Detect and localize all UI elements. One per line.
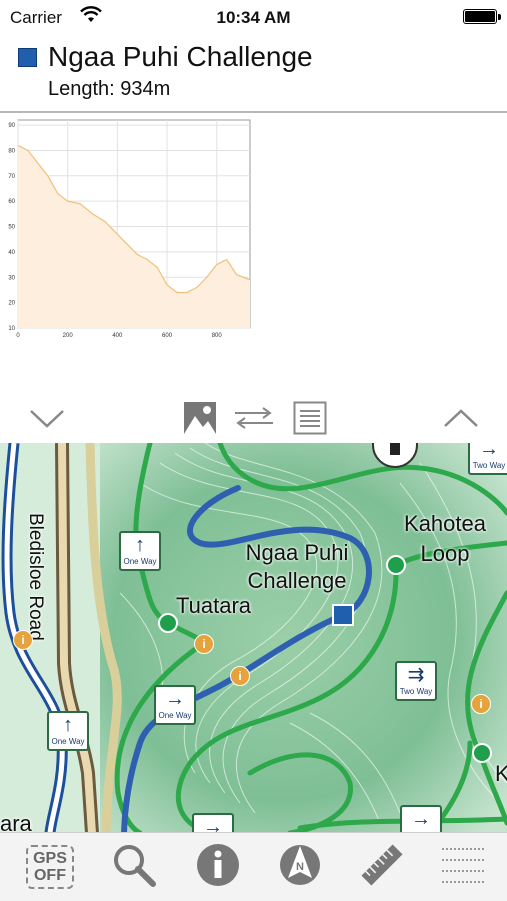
track-label-challenge: Ngaa Puhi Challenge	[245, 540, 349, 593]
track-label-kahotea: Kahotea Loop	[404, 511, 486, 566]
x-tick-label: 600	[162, 333, 173, 339]
image-view-button[interactable]	[180, 401, 220, 439]
arrow-right-icon: →	[165, 688, 185, 710]
one-way-sign[interactable]: ↑ One Way	[119, 531, 161, 571]
two-way-sign[interactable]: → Two Way	[468, 443, 507, 475]
chevron-up-icon	[442, 407, 480, 434]
gps-toggle-button[interactable]: GPS OFF	[22, 839, 78, 895]
ruler-icon	[358, 841, 406, 894]
list-icon	[293, 401, 327, 440]
y-tick-label: 10	[8, 326, 15, 332]
info-marker[interactable]: i	[194, 634, 214, 654]
y-tick-label: 80	[8, 148, 15, 154]
compass-button[interactable]: N	[272, 839, 328, 895]
arrow-up-icon: ↑	[135, 534, 145, 556]
status-bar: Carrier 10:34 AM	[0, 0, 507, 36]
info-marker[interactable]: i	[13, 630, 33, 650]
arrow-right-icon: →	[411, 808, 431, 830]
measure-button[interactable]	[354, 839, 410, 895]
info-marker[interactable]: i	[471, 694, 491, 714]
bottom-toolbar: GPS OFF N	[0, 832, 507, 901]
arrow-up-icon: ↑	[63, 714, 73, 736]
chevron-down-icon	[28, 407, 66, 434]
one-way-sign[interactable]: → One Way	[154, 685, 196, 725]
map-canvas	[0, 443, 507, 833]
road-label: Bledisloe Road	[25, 513, 46, 641]
menu-list-button[interactable]	[436, 839, 492, 895]
collapse-button[interactable]	[26, 401, 68, 439]
battery-icon	[463, 9, 501, 24]
trail-map[interactable]: Bledisloe Road Tuatara Ngaa Puhi Challen…	[0, 443, 507, 833]
list-view-button[interactable]	[290, 401, 330, 439]
arrow-right-icon: →	[203, 816, 223, 833]
y-tick-label: 90	[8, 123, 15, 129]
x-tick-label: 800	[212, 333, 223, 339]
x-tick-label: 200	[63, 333, 74, 339]
route-header: Ngaa Puhi Challenge Length: 934m	[0, 36, 507, 110]
elevation-profile-svg: 0 200 400 600 800 10 20 30 40 50 60 70 80 90	[8, 119, 251, 339]
y-tick-label: 60	[8, 199, 15, 205]
info-icon	[195, 842, 241, 893]
gps-off-icon: GPS OFF	[26, 845, 74, 889]
expand-button[interactable]	[440, 401, 482, 439]
search-icon	[111, 842, 157, 893]
clock: 10:34 AM	[216, 8, 291, 27]
panel-controls	[0, 395, 507, 445]
junction-dot[interactable]	[158, 613, 178, 633]
svg-text:N: N	[296, 861, 304, 873]
track-label-tuatara: Tuatara	[176, 593, 252, 618]
one-way-sign[interactable]: ↑ One Way	[47, 711, 89, 751]
info-marker[interactable]: i	[230, 666, 250, 686]
direction-sign[interactable]: →	[192, 813, 234, 833]
track-label-partial-right: K	[495, 761, 507, 786]
junction-dot[interactable]	[386, 555, 406, 575]
y-tick-label: 70	[8, 174, 15, 180]
y-tick-label: 30	[8, 275, 15, 281]
route-length: Length: 934m	[48, 78, 171, 100]
arrow-right-icon: →	[479, 443, 499, 460]
y-tick-label: 40	[8, 250, 15, 256]
header-divider	[0, 111, 507, 113]
info-button[interactable]	[190, 839, 246, 895]
elevation-profile-chart: 0 200 400 600 800 10 20 30 40 50 60 70 80 90	[6, 116, 256, 341]
route-end-marker[interactable]	[332, 604, 354, 626]
swap-arrows-icon	[233, 406, 275, 435]
x-tick-label: 0	[16, 333, 20, 339]
route-title: Ngaa Puhi Challenge	[48, 41, 313, 72]
track-label-partial-left: ara	[0, 811, 32, 833]
route-color-swatch	[18, 48, 37, 67]
search-button[interactable]	[106, 839, 162, 895]
two-way-sign[interactable]: ⇉ Two Way	[395, 661, 437, 701]
x-tick-label: 400	[112, 333, 123, 339]
compass-north-icon: N	[277, 842, 323, 893]
image-icon	[183, 401, 217, 440]
y-tick-label: 50	[8, 225, 15, 231]
list-menu-icon	[440, 843, 488, 892]
y-tick-label: 20	[8, 301, 15, 307]
swap-button[interactable]	[232, 401, 276, 439]
converging-arrows-icon: ⇉	[407, 664, 425, 686]
direction-sign[interactable]: →	[400, 805, 442, 833]
junction-dot[interactable]	[472, 743, 492, 763]
